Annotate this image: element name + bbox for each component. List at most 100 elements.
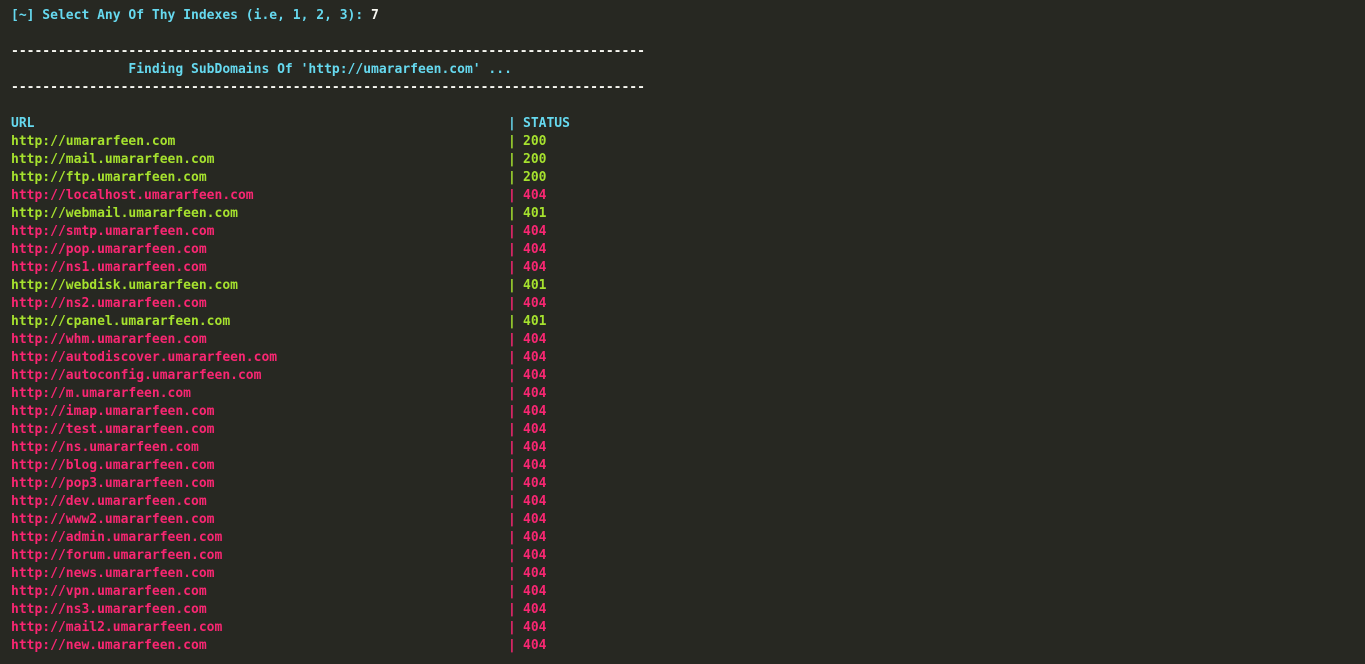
row-status: 401 xyxy=(523,278,547,293)
row-status: 404 xyxy=(523,422,547,437)
table-row: http://whm.umararfeen.com | 404 xyxy=(11,331,711,349)
table-row: http://imap.umararfeen.com | 404 xyxy=(11,403,711,421)
row-url: http://ns1.umararfeen.com xyxy=(11,260,207,275)
table-row: http://pop.umararfeen.com | 404 xyxy=(11,241,711,259)
row-url: http://whm.umararfeen.com xyxy=(11,332,207,347)
row-url: http://vpn.umararfeen.com xyxy=(11,584,207,599)
prompt-input[interactable]: 7 xyxy=(371,8,379,23)
row-url: http://autoconfig.umararfeen.com xyxy=(11,368,262,383)
row-pipe: | xyxy=(508,602,516,617)
row-pipe: | xyxy=(508,512,516,527)
row-status: 404 xyxy=(523,368,547,383)
table-row: http://mail.umararfeen.com | 200 xyxy=(11,151,711,169)
row-status: 404 xyxy=(523,242,547,257)
row-url: http://new.umararfeen.com xyxy=(11,638,207,653)
prompt-text: [~] Select Any Of Thy Indexes (i.e, 1, 2… xyxy=(11,8,372,23)
table-row: http://admin.umararfeen.com | 404 xyxy=(11,529,711,547)
header-url: URL xyxy=(11,116,35,131)
row-url: http://ns3.umararfeen.com xyxy=(11,602,207,617)
row-pipe: | xyxy=(508,548,516,563)
row-status: 404 xyxy=(523,350,547,365)
row-pipe: | xyxy=(508,152,516,167)
row-status: 404 xyxy=(523,386,547,401)
row-status: 404 xyxy=(523,638,547,653)
row-pipe: | xyxy=(508,494,516,509)
row-pipe: | xyxy=(508,134,516,149)
row-url: http://smtp.umararfeen.com xyxy=(11,224,215,239)
table-row: http://autoconfig.umararfeen.com | 404 xyxy=(11,367,711,385)
row-pipe: | xyxy=(508,386,516,401)
row-status: 404 xyxy=(523,440,547,455)
table-row: http://autodiscover.umararfeen.com | 404 xyxy=(11,349,711,367)
row-pipe: | xyxy=(508,296,516,311)
row-status: 404 xyxy=(523,512,547,527)
row-pipe: | xyxy=(508,620,516,635)
table-row: http://dev.umararfeen.com | 404 xyxy=(11,493,711,511)
table-row: http://blog.umararfeen.com | 404 xyxy=(11,457,711,475)
separator-top: ----------------------------------------… xyxy=(11,44,645,59)
prompt-line: [~] Select Any Of Thy Indexes (i.e, 1, 2… xyxy=(11,7,379,25)
row-status: 404 xyxy=(523,548,547,563)
table-row: http://webdisk.umararfeen.com | 401 xyxy=(11,277,711,295)
terminal-window: [~] Select Any Of Thy Indexes (i.e, 1, 2… xyxy=(0,0,1365,664)
row-url: http://admin.umararfeen.com xyxy=(11,530,223,545)
row-url: http://imap.umararfeen.com xyxy=(11,404,215,419)
row-pipe: | xyxy=(508,638,516,653)
row-status: 404 xyxy=(523,332,547,347)
row-pipe: | xyxy=(508,404,516,419)
row-pipe: | xyxy=(508,476,516,491)
row-status: 404 xyxy=(523,224,547,239)
row-status: 200 xyxy=(523,134,547,149)
row-status: 404 xyxy=(523,602,547,617)
table-row: http://umararfeen.com | 200 xyxy=(11,133,711,151)
row-pipe: | xyxy=(508,224,516,239)
row-url: http://ns2.umararfeen.com xyxy=(11,296,207,311)
row-status: 200 xyxy=(523,170,547,185)
table-row: http://pop3.umararfeen.com | 404 xyxy=(11,475,711,493)
row-status: 401 xyxy=(523,314,547,329)
row-pipe: | xyxy=(508,350,516,365)
table-row: http://ftp.umararfeen.com | 200 xyxy=(11,169,711,187)
table-row: http://new.umararfeen.com | 404 xyxy=(11,637,711,655)
row-url: http://dev.umararfeen.com xyxy=(11,494,207,509)
row-status: 404 xyxy=(523,458,547,473)
table-row: http://m.umararfeen.com | 404 xyxy=(11,385,711,403)
row-url: http://localhost.umararfeen.com xyxy=(11,188,254,203)
row-pipe: | xyxy=(508,332,516,347)
row-pipe: | xyxy=(508,566,516,581)
table-row: http://webmail.umararfeen.com | 401 xyxy=(11,205,711,223)
row-url: http://m.umararfeen.com xyxy=(11,386,192,401)
row-url: http://ftp.umararfeen.com xyxy=(11,170,207,185)
row-status: 404 xyxy=(523,494,547,509)
table-row: http://ns1.umararfeen.com | 404 xyxy=(11,259,711,277)
row-url: http://umararfeen.com xyxy=(11,134,176,149)
table-row: http://localhost.umararfeen.com | 404 xyxy=(11,187,711,205)
row-url: http://cpanel.umararfeen.com xyxy=(11,314,231,329)
table-row: http://ns.umararfeen.com | 404 xyxy=(11,439,711,457)
row-pipe: | xyxy=(508,584,516,599)
table-row: http://vpn.umararfeen.com | 404 xyxy=(11,583,711,601)
row-pipe: | xyxy=(508,170,516,185)
row-status: 404 xyxy=(523,566,547,581)
row-url: http://pop3.umararfeen.com xyxy=(11,476,215,491)
row-pipe: | xyxy=(508,458,516,473)
row-pipe: | xyxy=(508,422,516,437)
header-status: STATUS xyxy=(523,116,570,131)
table-row: http://smtp.umararfeen.com | 404 xyxy=(11,223,711,241)
row-url: http://pop.umararfeen.com xyxy=(11,242,207,257)
row-pipe: | xyxy=(508,242,516,257)
row-url: http://webmail.umararfeen.com xyxy=(11,206,238,221)
row-url: http://forum.umararfeen.com xyxy=(11,548,223,563)
row-url: http://webdisk.umararfeen.com xyxy=(11,278,238,293)
row-url: http://news.umararfeen.com xyxy=(11,566,215,581)
row-url: http://ns.umararfeen.com xyxy=(11,440,199,455)
row-url: http://mail2.umararfeen.com xyxy=(11,620,223,635)
table-row: http://test.umararfeen.com | 404 xyxy=(11,421,711,439)
row-pipe: | xyxy=(508,440,516,455)
row-url: http://www2.umararfeen.com xyxy=(11,512,215,527)
row-status: 404 xyxy=(523,530,547,545)
row-status: 404 xyxy=(523,188,547,203)
row-status: 404 xyxy=(523,584,547,599)
table-row: http://cpanel.umararfeen.com | 401 xyxy=(11,313,711,331)
banner-text: Finding SubDomains Of 'http://umararfeen… xyxy=(11,62,512,77)
